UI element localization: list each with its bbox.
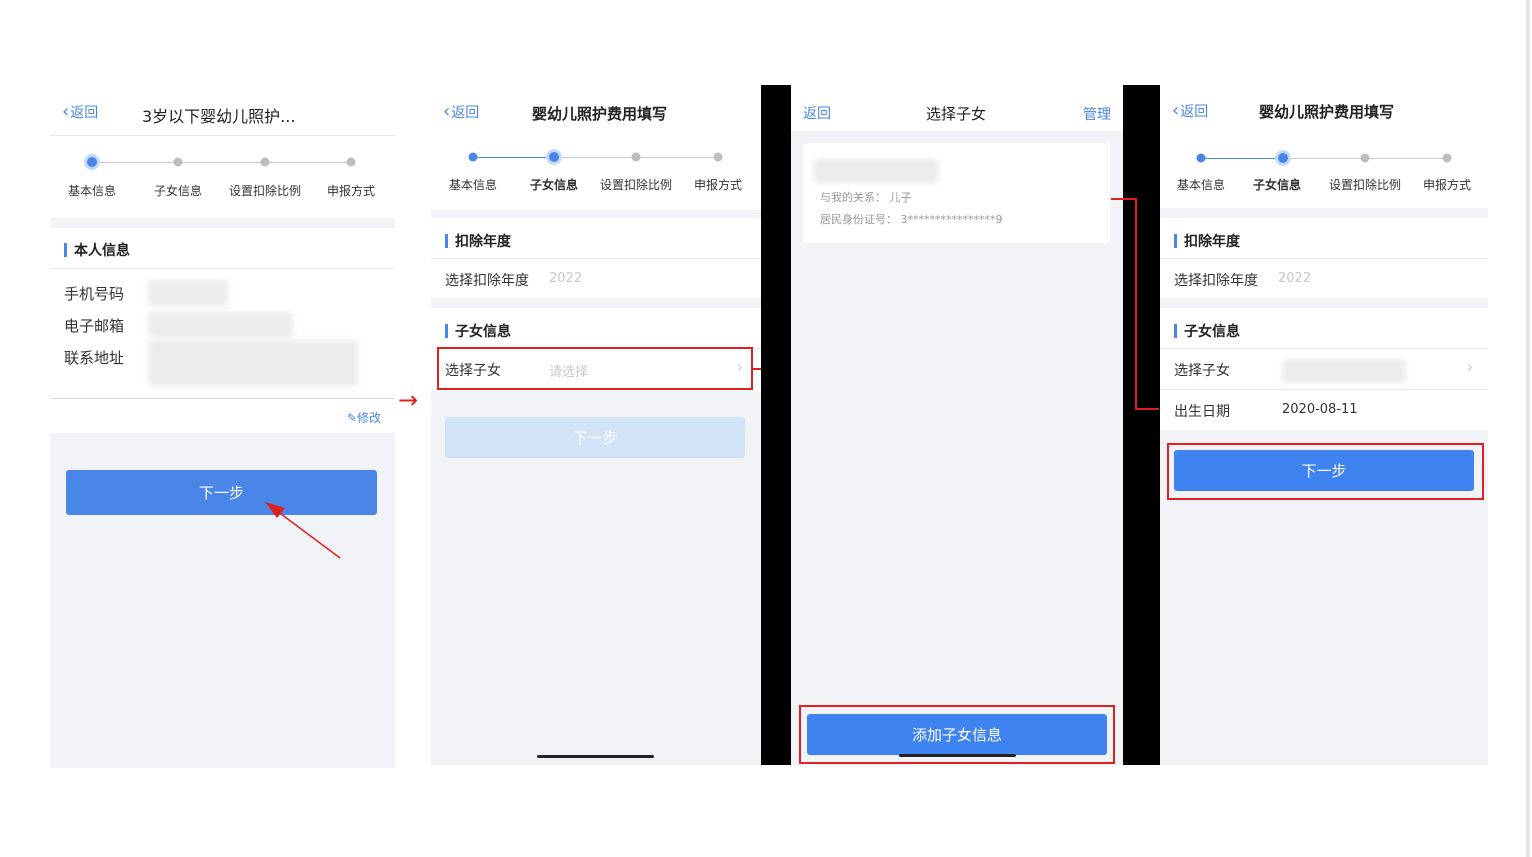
step-label: 设置扣除比例 (599, 178, 673, 192)
birth-value: 2020-08-11 (1282, 402, 1358, 417)
steps-bar: 基本信息 子女信息 设置扣除比例 申报方式 (50, 135, 395, 218)
section-title: 本人信息 (64, 240, 130, 260)
step-label: 子女信息 (1252, 178, 1302, 192)
page-title: 3岁以下婴幼儿照护... (142, 107, 296, 126)
year-label[interactable]: 选择扣除年度 (445, 270, 529, 290)
chevron-left-icon: ‹ (443, 101, 451, 122)
back-button[interactable]: ‹ 返回 (443, 102, 479, 122)
step-dot (1278, 153, 1288, 163)
back-button[interactable]: 返回 (803, 103, 831, 123)
arrow-right-icon: → (398, 386, 419, 414)
steps-bar: 基本信息 子女信息 设置扣除比例 申报方式 (431, 135, 761, 210)
step-dot (1196, 153, 1206, 163)
home-indicator (537, 755, 654, 758)
step-label: 申报方式 (1422, 178, 1472, 192)
child-label[interactable]: 选择子女 (1174, 360, 1230, 380)
navbar: 返回 选择子女 管理 (791, 85, 1123, 131)
section-title: 子女信息 (1174, 321, 1240, 341)
panel-select-child: 返回 选择子女 管理 与我的关系： 儿子 居民身份证号： 3**********… (791, 85, 1123, 765)
step-label: 基本信息 (67, 184, 117, 198)
year-card: 扣除年度 选择扣除年度 2022 (431, 218, 761, 298)
page-title: 婴幼儿照护费用填写 (532, 105, 668, 123)
year-card: 扣除年度 选择扣除年度 2022 (1160, 218, 1488, 298)
step-label: 申报方式 (693, 178, 743, 192)
back-button[interactable]: ‹ 返回 (62, 102, 98, 122)
navbar: ‹ 返回 婴幼儿照护费用填写 (1160, 85, 1488, 133)
highlight-select-child (437, 347, 753, 390)
scrollbar[interactable] (1526, 0, 1530, 857)
step-dot (346, 157, 356, 167)
chevron-left-icon: ‹ (1172, 100, 1180, 121)
personal-info-card: 本人信息 手机号码 电子邮箱 联系地址 ✎修改 (50, 228, 395, 433)
navbar: ‹ 返回 婴幼儿照护费用填写 (431, 85, 761, 135)
page-title: 婴幼儿照护费用填写 (1259, 103, 1395, 121)
step-label: 子女信息 (529, 178, 579, 192)
step-dot (1360, 153, 1370, 163)
section-title: 扣除年度 (1174, 231, 1240, 251)
section-title: 子女信息 (445, 321, 511, 341)
step-dot (549, 152, 559, 162)
edit-icon: ✎ (346, 411, 357, 425)
birth-label: 出生日期 (1174, 404, 1230, 420)
step-label: 子女信息 (153, 184, 203, 198)
year-value[interactable]: 2022 (1278, 271, 1311, 286)
panel-child-info-filled: ‹ 返回 婴幼儿照护费用填写 基本信息 子女信息 设置扣除比例 申报方式 扣除年… (1160, 85, 1488, 765)
edit-link[interactable]: ✎修改 (347, 409, 381, 426)
pointer-arrow (265, 502, 341, 559)
relation-text: 与我的关系： 儿子 (820, 191, 912, 204)
step-dot (173, 157, 183, 167)
step-dot (631, 152, 641, 162)
id-number-text: 居民身份证号： 3****************9 (820, 213, 1003, 226)
next-button-disabled[interactable]: 下一步 (445, 417, 745, 458)
chevron-right-icon: › (1467, 358, 1473, 376)
panel-child-info-empty: ‹ 返回 婴幼儿照护费用填写 基本信息 子女信息 设置扣除比例 申报方式 扣除年… (431, 85, 761, 765)
phone-label: 手机号码 (64, 285, 125, 303)
child-card: 子女信息 选择子女 › 出生日期 2020-08-11 (1160, 308, 1488, 430)
step-label: 基本信息 (1176, 178, 1226, 192)
navbar: ‹ 返回 3岁以下婴幼儿照护... (50, 85, 395, 135)
step-dot (713, 152, 723, 162)
address-value (148, 340, 358, 386)
page-title: 选择子女 (926, 105, 987, 123)
step-dot (468, 152, 478, 162)
email-label: 电子邮箱 (64, 317, 125, 335)
step-dot (1442, 153, 1452, 163)
address-label: 联系地址 (64, 349, 125, 367)
step-dot (260, 157, 270, 167)
manage-button[interactable]: 管理 (1083, 104, 1111, 124)
phone-value (148, 280, 228, 306)
steps-bar: 基本信息 子女信息 设置扣除比例 申报方式 (1160, 133, 1488, 208)
child-card[interactable]: 与我的关系： 儿子 居民身份证号： 3****************9 (803, 143, 1110, 243)
highlight-add-child (799, 705, 1115, 764)
step-label: 设置扣除比例 (228, 184, 302, 198)
child-name (814, 159, 938, 183)
email-value (148, 312, 293, 338)
panel-basic-info: ‹ 返回 3岁以下婴幼儿照护... 基本信息 子女信息 设置扣除比例 申报方式 … (50, 85, 395, 768)
step-label: 基本信息 (448, 178, 498, 192)
step-dot (87, 157, 97, 167)
step-label: 申报方式 (326, 184, 376, 198)
section-title: 扣除年度 (445, 231, 511, 251)
step-label: 设置扣除比例 (1328, 178, 1402, 192)
back-button[interactable]: ‹ 返回 (1172, 101, 1208, 121)
chevron-left-icon: ‹ (62, 101, 70, 122)
year-value[interactable]: 2022 (549, 271, 582, 286)
child-select[interactable] (1282, 359, 1406, 383)
year-label[interactable]: 选择扣除年度 (1174, 270, 1258, 290)
highlight-next-button (1167, 443, 1484, 500)
